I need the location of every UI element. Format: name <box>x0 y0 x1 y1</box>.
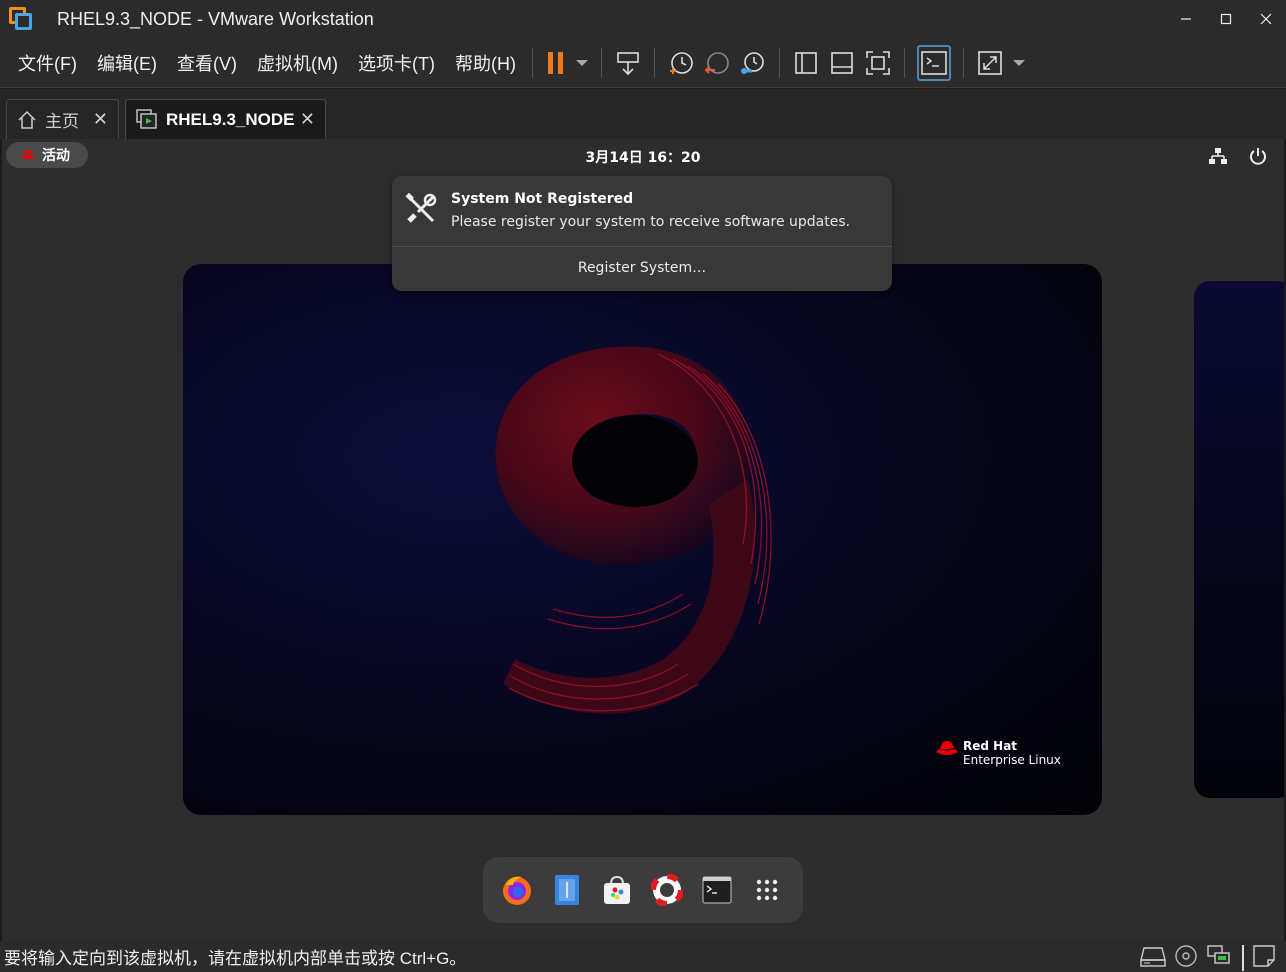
close-button[interactable] <box>1246 0 1286 38</box>
files-icon[interactable] <box>550 873 584 907</box>
maximize-icon <box>1220 13 1232 25</box>
snapshot-take-icon <box>669 51 693 74</box>
toolbar-separator <box>962 47 964 78</box>
tab-home-close-icon[interactable]: ✕ <box>93 109 108 130</box>
show-thumbnail-icon <box>831 51 853 74</box>
fullscreen-icon <box>866 50 890 75</box>
minimize-icon <box>1181 18 1191 20</box>
snapshot-manager-button[interactable] <box>739 45 767 81</box>
software-icon[interactable] <box>600 873 634 907</box>
menu-help[interactable]: 帮助(H) <box>455 50 516 76</box>
power-dropdown-button[interactable] <box>575 45 589 81</box>
dropdown-arrow-icon <box>1012 59 1025 66</box>
home-icon <box>18 110 36 129</box>
power-icon[interactable] <box>1249 147 1267 169</box>
minimize-button[interactable] <box>1166 0 1206 38</box>
fullscreen-button[interactable] <box>864 45 892 81</box>
network-icon[interactable] <box>1209 147 1227 169</box>
redhat-brand-line1: Red Hat <box>963 739 1018 753</box>
redhat-brand: Red Hat Enterprise Linux <box>935 740 1061 768</box>
redhat-logo-icon <box>936 741 958 755</box>
toolbar-separator <box>653 47 655 78</box>
vm-running-icon <box>136 108 157 129</box>
guest-screen[interactable]: 活动 3月14日 16：20 Red Hat Enterprise Linux … <box>2 139 1284 941</box>
notification-banner[interactable]: System Not Registered Please register yo… <box>392 176 892 291</box>
toolbar-separator <box>778 47 780 78</box>
close-icon <box>1260 13 1272 25</box>
help-icon[interactable] <box>650 873 684 907</box>
app-grid-icon[interactable] <box>750 873 784 907</box>
menu-edit[interactable]: 编辑(E) <box>97 50 157 76</box>
snapshot-revert-icon <box>704 51 729 74</box>
dropdown-arrow-icon <box>575 59 588 66</box>
console-view-icon <box>921 50 947 75</box>
menu-toolbar: 文件(F) 编辑(E) 查看(V) 虚拟机(M) 选项卡(T) 帮助(H) <box>0 38 1286 88</box>
send-ctrl-alt-del-icon <box>617 51 639 75</box>
clock[interactable]: 3月14日 16：20 <box>2 147 1284 167</box>
toolbar-separator <box>600 47 602 78</box>
terminal-icon[interactable] <box>700 873 734 907</box>
menu-file[interactable]: 文件(F) <box>18 50 77 76</box>
tab-home-label: 主页 <box>45 112 79 131</box>
toolbar-separator <box>531 47 533 78</box>
workspace-thumbnail-next[interactable] <box>1194 281 1284 798</box>
notification-divider <box>392 246 892 247</box>
show-library-icon <box>795 51 817 74</box>
network-adapter-icon[interactable] <box>1206 944 1232 972</box>
dash-dock <box>483 857 803 923</box>
workspace-current[interactable]: Red Hat Enterprise Linux <box>183 264 1102 815</box>
show-thumbnail-button[interactable] <box>828 45 856 81</box>
tab-bar: 主页 ✕ RHEL9.3_NODE ✕ <box>0 89 1286 139</box>
menu-tabs[interactable]: 选项卡(T) <box>358 50 435 76</box>
tools-icon <box>405 192 437 223</box>
rhel9-wallpaper-graphic <box>495 346 772 714</box>
cd-dvd-icon[interactable] <box>1174 944 1198 972</box>
notes-icon[interactable] <box>1252 944 1276 972</box>
menu-vm[interactable]: 虚拟机(M) <box>257 50 338 76</box>
register-system-button[interactable]: Register System… <box>392 260 892 276</box>
tab-vm-label: RHEL9.3_NODE <box>166 109 295 129</box>
redhat-brand-line2: Enterprise Linux <box>963 753 1061 767</box>
console-view-button[interactable] <box>916 44 951 81</box>
tab-vm-close-icon[interactable]: ✕ <box>300 109 315 130</box>
toolbar-separator <box>903 47 905 78</box>
stretch-guest-icon <box>978 50 1002 75</box>
status-divider <box>1242 945 1244 971</box>
revert-snapshot-button[interactable] <box>703 45 731 81</box>
status-bar: 要将输入定向到该虚拟机，请在虚拟机内部单击或按 Ctrl+G。 <box>0 941 1286 972</box>
title-bar: RHEL9.3_NODE - VMware Workstation <box>0 0 1286 38</box>
firefox-icon[interactable] <box>500 873 534 907</box>
menu-view[interactable]: 查看(V) <box>177 50 237 76</box>
take-snapshot-button[interactable] <box>667 45 695 81</box>
tab-vm[interactable]: RHEL9.3_NODE ✕ <box>125 99 326 139</box>
notification-body: Please register your system to receive s… <box>451 214 851 230</box>
hard-disk-icon[interactable] <box>1140 944 1166 972</box>
maximize-button[interactable] <box>1206 0 1246 38</box>
pause-button[interactable] <box>545 45 567 81</box>
vmware-logo-icon <box>9 7 33 31</box>
stretch-guest-button[interactable] <box>976 45 1004 81</box>
stretch-dropdown-button[interactable] <box>1012 45 1026 81</box>
gnome-top-bar: 活动 3月14日 16：20 <box>2 139 1284 173</box>
snapshot-manager-icon <box>740 51 764 74</box>
notification-title: System Not Registered <box>451 191 634 207</box>
tab-home[interactable]: 主页 ✕ <box>6 99 119 139</box>
status-text: 要将输入定向到该虚拟机，请在虚拟机内部单击或按 Ctrl+G。 <box>4 949 467 968</box>
show-library-button[interactable] <box>792 45 820 81</box>
window-title: RHEL9.3_NODE - VMware Workstation <box>57 8 374 29</box>
pause-icon <box>547 51 563 74</box>
send-ctrl-alt-del-button[interactable] <box>614 45 642 81</box>
